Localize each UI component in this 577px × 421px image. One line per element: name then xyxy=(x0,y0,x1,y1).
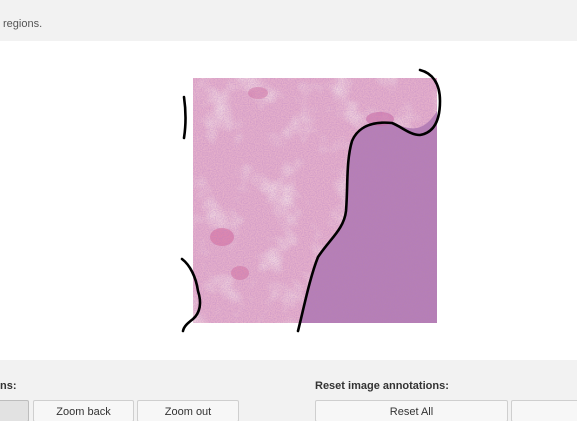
zoom-back-button[interactable]: Zoom back xyxy=(33,400,134,421)
annotation-canvas[interactable] xyxy=(0,41,577,360)
reset-all-button[interactable]: Reset All xyxy=(315,400,508,421)
annotation-path xyxy=(182,95,187,140)
tissue-image xyxy=(193,78,437,323)
reset-button[interactable] xyxy=(511,400,577,421)
instructions-text: regions. xyxy=(3,18,43,30)
zoom-section-label: ns: xyxy=(0,380,17,392)
image-viewer[interactable] xyxy=(0,41,577,360)
zoom-out-button[interactable]: Zoom out xyxy=(137,400,239,421)
tissue-texture xyxy=(193,78,437,323)
zoom-button[interactable] xyxy=(0,400,29,421)
instructions-bar: regions. xyxy=(0,0,577,41)
reset-section-label: Reset image annotations: xyxy=(315,380,449,392)
controls-bar: ns: Zoom back Zoom out Reset image annot… xyxy=(0,360,577,421)
